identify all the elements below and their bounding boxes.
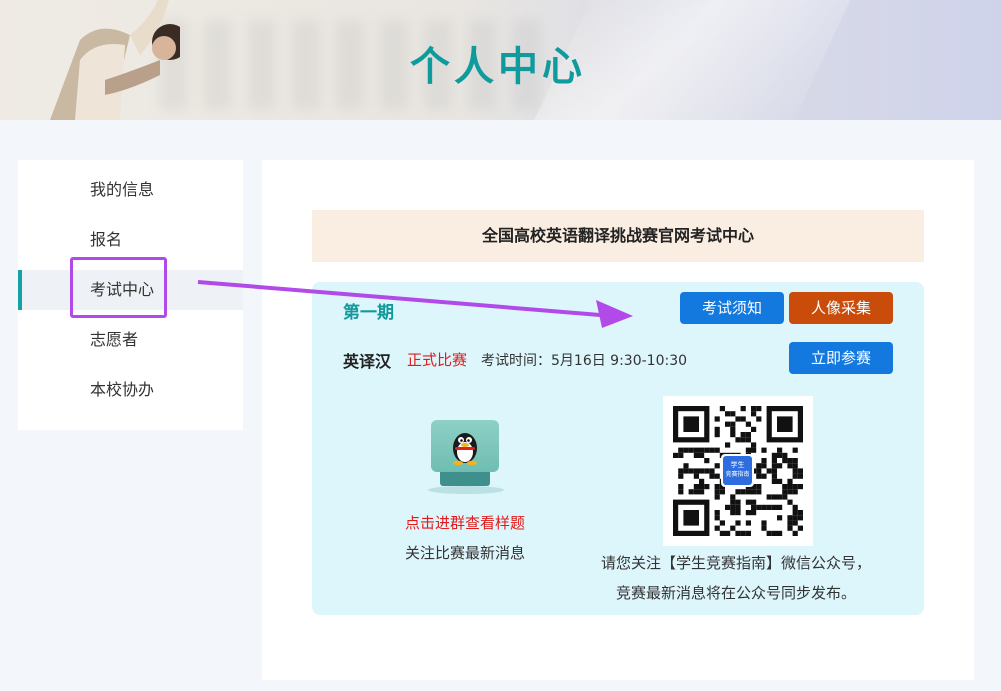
join-qq-group-link[interactable]: 点击进群查看样题 bbox=[372, 512, 558, 533]
join-exam-button[interactable]: 立即参赛 bbox=[789, 342, 893, 374]
qr-logo-text: 学生 bbox=[730, 461, 745, 469]
qq-penguin-icon bbox=[453, 433, 477, 466]
sidebar-item-label: 本校协办 bbox=[90, 380, 155, 399]
wechat-sync-text: 竞赛最新消息将在公众号同步发布。 bbox=[615, 584, 856, 602]
sidebar-item-label: 我的信息 bbox=[90, 180, 155, 199]
exam-notice-button[interactable]: 考试须知 bbox=[680, 292, 784, 324]
exam-name: 英译汉 bbox=[343, 352, 392, 371]
qr-logo: 学生 竞赛指南 bbox=[721, 454, 754, 487]
page-title: 个人中心 bbox=[410, 44, 586, 90]
sidebar-item-registration[interactable]: 报名 bbox=[18, 220, 243, 260]
sidebar-item-label: 志愿者 bbox=[90, 330, 139, 349]
portrait-capture-button[interactable]: 人像采集 bbox=[789, 292, 893, 324]
qq-icon-shadow bbox=[428, 486, 504, 494]
exam-period-label: 第一期 bbox=[343, 303, 394, 323]
exam-type-badge: 正式比赛 bbox=[407, 351, 468, 369]
wechat-follow-text: 请您关注【学生竞赛指南】微信公众号， bbox=[600, 554, 871, 572]
exam-time: 考试时间：5月16日 9:30-10:30 bbox=[481, 353, 688, 369]
sidebar-item-school-co-host[interactable]: 本校协办 bbox=[18, 370, 243, 410]
qq-icon-stand bbox=[440, 472, 490, 486]
header-banner: 个人中心 bbox=[0, 0, 1001, 120]
sidebar-item-volunteer[interactable]: 志愿者 bbox=[18, 320, 243, 360]
qr-logo-mark: 学生 竞赛指南 bbox=[723, 456, 752, 485]
sidebar-item-my-info[interactable]: 我的信息 bbox=[18, 170, 243, 210]
annotation-highlight-box bbox=[70, 257, 167, 318]
qr-logo-text: 竞赛指南 bbox=[725, 471, 750, 478]
sidebar-item-label: 报名 bbox=[90, 230, 123, 249]
qq-group-subtitle: 关注比赛最新消息 bbox=[404, 544, 525, 562]
exam-center-title: 全国高校英语翻译挑战赛官网考试中心 bbox=[312, 210, 924, 262]
